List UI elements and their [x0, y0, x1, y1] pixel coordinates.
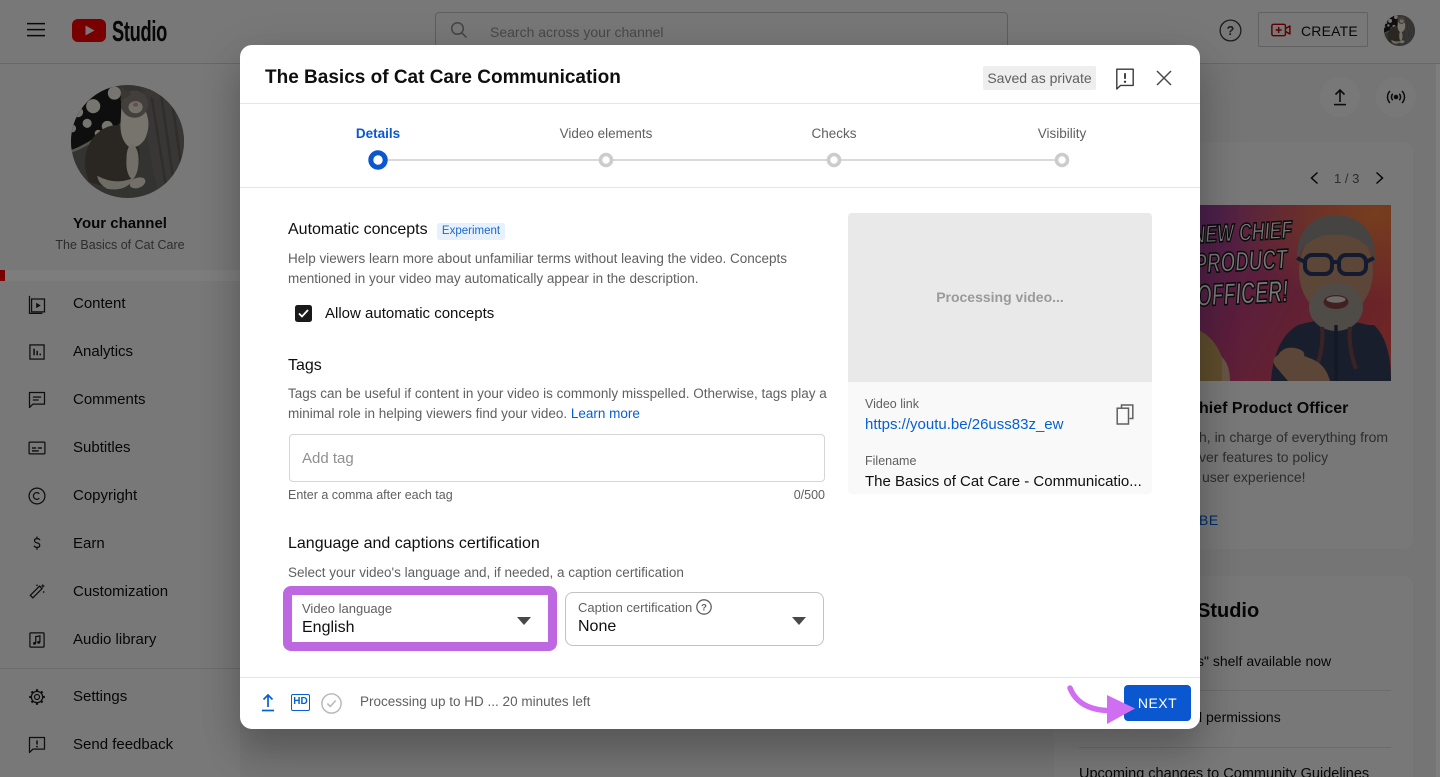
svg-text:?: ? — [701, 602, 707, 613]
